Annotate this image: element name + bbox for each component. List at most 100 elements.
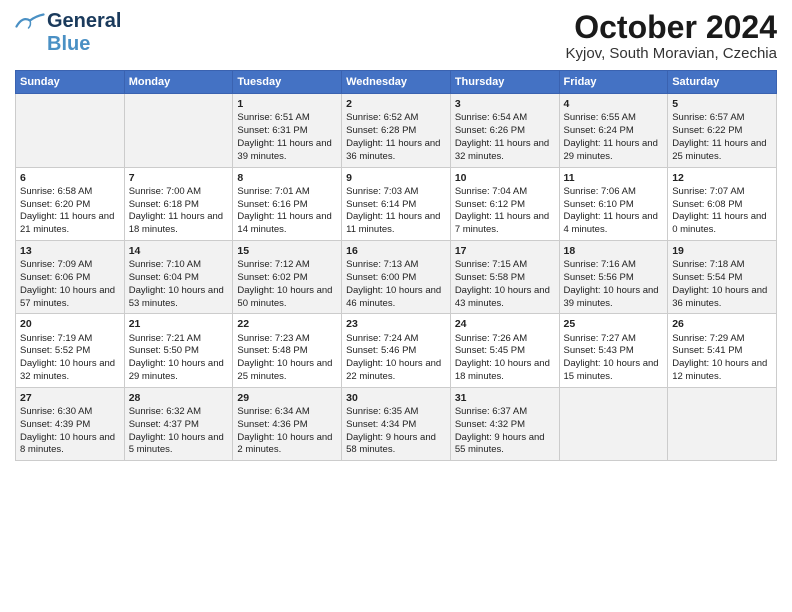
- day-info: Sunrise: 7:09 AM: [20, 259, 120, 272]
- day-number: 11: [564, 171, 664, 185]
- day-number: 31: [455, 391, 555, 405]
- day-number: 4: [564, 97, 664, 111]
- day-info: Daylight: 10 hours and 5 minutes.: [129, 432, 229, 458]
- day-info: Sunrise: 6:35 AM: [346, 406, 446, 419]
- page-title: October 2024: [566, 10, 778, 45]
- day-info: Sunrise: 7:03 AM: [346, 186, 446, 199]
- day-number: 1: [237, 97, 337, 111]
- logo-bird-icon: [15, 13, 45, 31]
- day-info: Daylight: 11 hours and 36 minutes.: [346, 138, 446, 164]
- col-wednesday: Wednesday: [342, 71, 451, 94]
- day-number: 22: [237, 317, 337, 331]
- day-info: Sunrise: 6:58 AM: [20, 186, 120, 199]
- day-number: 12: [672, 171, 772, 185]
- day-number: 27: [20, 391, 120, 405]
- calendar-cell: 28Sunrise: 6:32 AMSunset: 4:37 PMDayligh…: [124, 387, 233, 460]
- day-info: Sunrise: 7:27 AM: [564, 333, 664, 346]
- day-number: 15: [237, 244, 337, 258]
- calendar-cell: 23Sunrise: 7:24 AMSunset: 5:46 PMDayligh…: [342, 314, 451, 387]
- day-info: Daylight: 11 hours and 39 minutes.: [237, 138, 337, 164]
- day-info: Sunset: 5:50 PM: [129, 345, 229, 358]
- day-number: 25: [564, 317, 664, 331]
- calendar-cell: 11Sunrise: 7:06 AMSunset: 6:10 PMDayligh…: [559, 167, 668, 240]
- calendar-cell: 30Sunrise: 6:35 AMSunset: 4:34 PMDayligh…: [342, 387, 451, 460]
- logo-text-blue: Blue: [47, 33, 90, 56]
- day-number: 21: [129, 317, 229, 331]
- day-info: Sunrise: 7:10 AM: [129, 259, 229, 272]
- calendar-cell: 1Sunrise: 6:51 AMSunset: 6:31 PMDaylight…: [233, 94, 342, 167]
- day-info: Sunset: 4:32 PM: [455, 419, 555, 432]
- day-info: Daylight: 9 hours and 55 minutes.: [455, 432, 555, 458]
- day-number: 24: [455, 317, 555, 331]
- day-info: Daylight: 11 hours and 11 minutes.: [346, 211, 446, 237]
- day-info: Daylight: 10 hours and 32 minutes.: [20, 358, 120, 384]
- day-info: Sunrise: 7:26 AM: [455, 333, 555, 346]
- col-saturday: Saturday: [668, 71, 777, 94]
- day-info: Daylight: 9 hours and 58 minutes.: [346, 432, 446, 458]
- day-info: Sunrise: 6:34 AM: [237, 406, 337, 419]
- day-info: Daylight: 10 hours and 15 minutes.: [564, 358, 664, 384]
- day-number: 18: [564, 244, 664, 258]
- calendar-cell: 10Sunrise: 7:04 AMSunset: 6:12 PMDayligh…: [450, 167, 559, 240]
- day-info: Sunrise: 7:01 AM: [237, 186, 337, 199]
- day-info: Sunrise: 7:04 AM: [455, 186, 555, 199]
- calendar-cell: 21Sunrise: 7:21 AMSunset: 5:50 PMDayligh…: [124, 314, 233, 387]
- day-info: Sunrise: 6:54 AM: [455, 112, 555, 125]
- day-info: Daylight: 10 hours and 22 minutes.: [346, 358, 446, 384]
- day-info: Sunset: 6:24 PM: [564, 125, 664, 138]
- day-info: Daylight: 10 hours and 25 minutes.: [237, 358, 337, 384]
- day-info: Daylight: 10 hours and 43 minutes.: [455, 285, 555, 311]
- day-number: 14: [129, 244, 229, 258]
- day-info: Sunset: 5:56 PM: [564, 272, 664, 285]
- logo-text-general: General: [47, 10, 121, 33]
- calendar-cell: 6Sunrise: 6:58 AMSunset: 6:20 PMDaylight…: [16, 167, 125, 240]
- day-info: Sunset: 6:20 PM: [20, 199, 120, 212]
- calendar-cell: [559, 387, 668, 460]
- calendar-cell: 19Sunrise: 7:18 AMSunset: 5:54 PMDayligh…: [668, 241, 777, 314]
- day-info: Daylight: 11 hours and 7 minutes.: [455, 211, 555, 237]
- title-block: October 2024 Kyjov, South Moravian, Czec…: [566, 10, 778, 62]
- day-number: 10: [455, 171, 555, 185]
- day-info: Sunrise: 6:30 AM: [20, 406, 120, 419]
- day-info: Sunrise: 6:37 AM: [455, 406, 555, 419]
- day-info: Sunset: 6:16 PM: [237, 199, 337, 212]
- day-info: Sunset: 6:04 PM: [129, 272, 229, 285]
- page-subtitle: Kyjov, South Moravian, Czechia: [566, 45, 778, 62]
- day-info: Sunset: 6:26 PM: [455, 125, 555, 138]
- calendar-cell: [668, 387, 777, 460]
- day-info: Sunset: 5:41 PM: [672, 345, 772, 358]
- calendar-cell: 22Sunrise: 7:23 AMSunset: 5:48 PMDayligh…: [233, 314, 342, 387]
- calendar-cell: 20Sunrise: 7:19 AMSunset: 5:52 PMDayligh…: [16, 314, 125, 387]
- calendar-cell: 2Sunrise: 6:52 AMSunset: 6:28 PMDaylight…: [342, 94, 451, 167]
- calendar-cell: 18Sunrise: 7:16 AMSunset: 5:56 PMDayligh…: [559, 241, 668, 314]
- day-number: 13: [20, 244, 120, 258]
- calendar-header: Sunday Monday Tuesday Wednesday Thursday…: [16, 71, 777, 94]
- day-info: Sunrise: 7:00 AM: [129, 186, 229, 199]
- day-info: Sunset: 6:22 PM: [672, 125, 772, 138]
- calendar-cell: 4Sunrise: 6:55 AMSunset: 6:24 PMDaylight…: [559, 94, 668, 167]
- day-info: Daylight: 10 hours and 50 minutes.: [237, 285, 337, 311]
- calendar-week-4: 20Sunrise: 7:19 AMSunset: 5:52 PMDayligh…: [16, 314, 777, 387]
- calendar-table: Sunday Monday Tuesday Wednesday Thursday…: [15, 70, 777, 461]
- day-info: Sunrise: 7:16 AM: [564, 259, 664, 272]
- day-info: Sunrise: 7:21 AM: [129, 333, 229, 346]
- calendar-cell: 5Sunrise: 6:57 AMSunset: 6:22 PMDaylight…: [668, 94, 777, 167]
- calendar-cell: 13Sunrise: 7:09 AMSunset: 6:06 PMDayligh…: [16, 241, 125, 314]
- day-info: Daylight: 11 hours and 32 minutes.: [455, 138, 555, 164]
- col-thursday: Thursday: [450, 71, 559, 94]
- calendar-cell: 8Sunrise: 7:01 AMSunset: 6:16 PMDaylight…: [233, 167, 342, 240]
- day-info: Sunset: 5:45 PM: [455, 345, 555, 358]
- header: General Blue October 2024 Kyjov, South M…: [15, 10, 777, 62]
- day-number: 19: [672, 244, 772, 258]
- day-info: Daylight: 10 hours and 39 minutes.: [564, 285, 664, 311]
- calendar-cell: 3Sunrise: 6:54 AMSunset: 6:26 PMDaylight…: [450, 94, 559, 167]
- day-info: Daylight: 10 hours and 53 minutes.: [129, 285, 229, 311]
- day-info: Sunset: 6:02 PM: [237, 272, 337, 285]
- day-number: 5: [672, 97, 772, 111]
- calendar-week-5: 27Sunrise: 6:30 AMSunset: 4:39 PMDayligh…: [16, 387, 777, 460]
- day-info: Sunset: 6:18 PM: [129, 199, 229, 212]
- day-info: Daylight: 11 hours and 14 minutes.: [237, 211, 337, 237]
- calendar-cell: 27Sunrise: 6:30 AMSunset: 4:39 PMDayligh…: [16, 387, 125, 460]
- calendar-week-1: 1Sunrise: 6:51 AMSunset: 6:31 PMDaylight…: [16, 94, 777, 167]
- day-number: 29: [237, 391, 337, 405]
